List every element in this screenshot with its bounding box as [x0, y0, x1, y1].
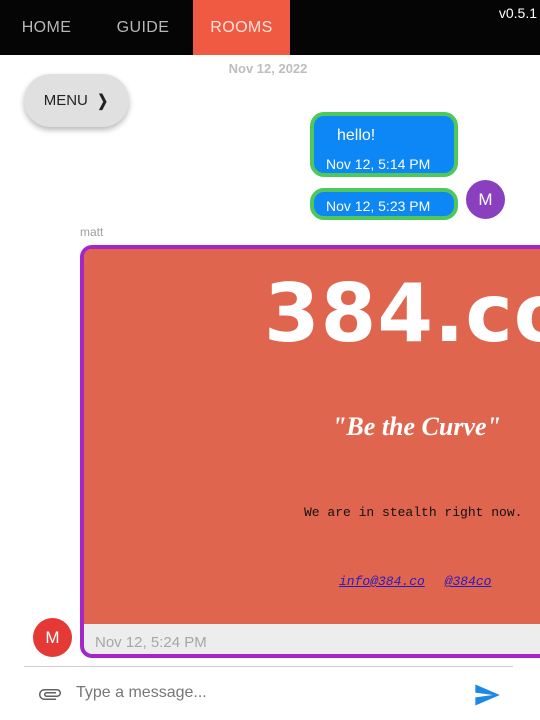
site-links: info@384.co @384co — [339, 574, 503, 589]
version-label: v0.5.1 — [498, 5, 537, 21]
composer-divider — [24, 666, 513, 667]
site-body-text: We are in stealth right now. — [304, 505, 523, 520]
chevron-right-icon: ❯ — [97, 92, 108, 110]
menu-button[interactable]: MENU ❯ — [24, 74, 129, 127]
outgoing-message[interactable]: Nov 12, 5:23 PM — [310, 188, 458, 220]
website-preview-image[interactable]: 384.co "Be the Curve" We are in stealth … — [84, 249, 540, 624]
site-tagline: "Be the Curve" — [332, 412, 501, 441]
email-link[interactable]: info@384.co — [339, 574, 425, 589]
avatar[interactable]: M — [466, 180, 505, 219]
incoming-image-message[interactable]: 384.co "Be the Curve" We are in stealth … — [80, 245, 540, 658]
message-timestamp: Nov 12, 5:23 PM — [326, 198, 431, 214]
message-timestamp: Nov 12, 5:14 PM — [326, 156, 431, 172]
send-icon[interactable] — [473, 681, 501, 709]
site-logo-text: 384.co — [264, 267, 540, 360]
tab-guide[interactable]: GUIDE — [93, 0, 193, 55]
top-nav: HOME GUIDE ROOMS v0.5.1 — [0, 0, 540, 55]
tab-home[interactable]: HOME — [0, 0, 93, 55]
avatar[interactable]: M — [33, 618, 72, 657]
message-text: hello! — [337, 127, 376, 144]
sender-name: matt — [80, 225, 104, 239]
paperclip-icon[interactable] — [38, 682, 62, 706]
outgoing-message[interactable]: hello! Nov 12, 5:14 PM — [310, 112, 458, 177]
message-timestamp: Nov 12, 5:24 PM — [95, 634, 207, 651]
tab-rooms[interactable]: ROOMS — [193, 0, 290, 55]
twitter-link[interactable]: @384co — [445, 574, 492, 589]
menu-button-label: MENU — [43, 92, 88, 109]
message-input[interactable] — [76, 680, 456, 706]
chat-app: HOME GUIDE ROOMS v0.5.1 Nov 12, 2022 MEN… — [0, 0, 540, 720]
